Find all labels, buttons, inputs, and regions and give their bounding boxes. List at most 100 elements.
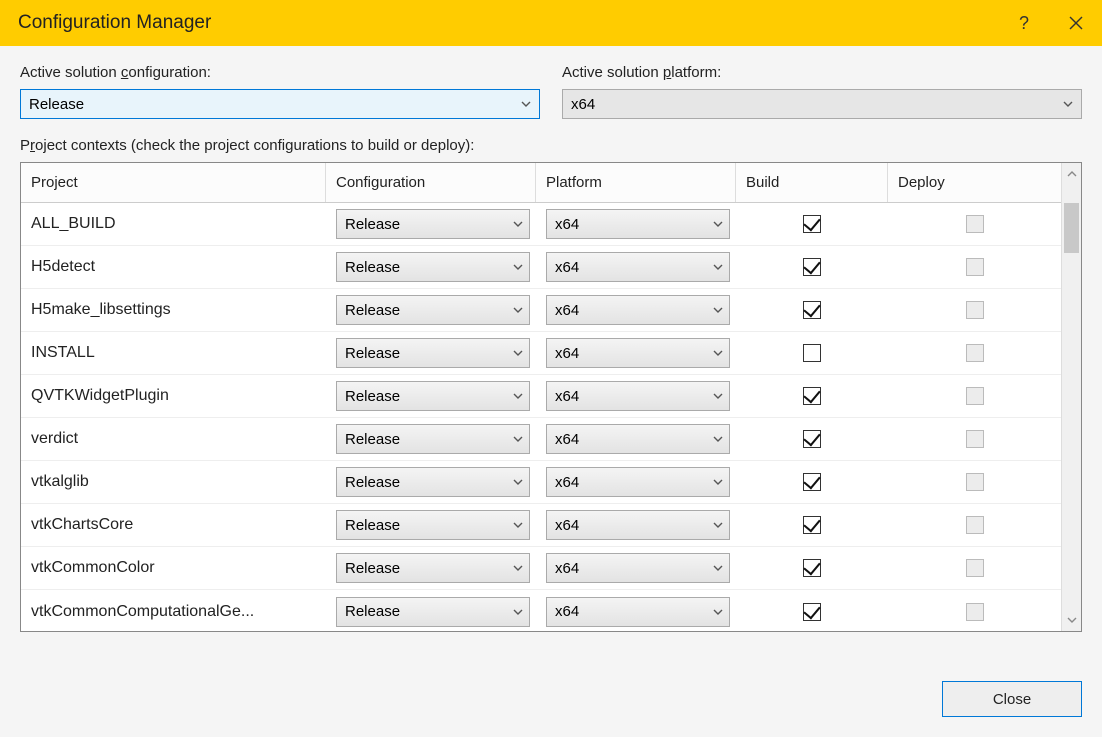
scroll-down-icon[interactable] [1062,609,1081,631]
header-deploy[interactable]: Deploy [888,163,1061,202]
close-button[interactable]: Close [942,681,1082,717]
row-platform-combo[interactable]: x64 [546,381,730,411]
build-checkbox[interactable] [803,387,821,405]
titlebar[interactable]: Configuration Manager ? [0,0,1102,46]
table-row: H5detectReleasex64 [21,246,1061,289]
row-config-combo[interactable]: Release [336,252,530,282]
chevron-down-icon [513,434,523,444]
scroll-up-icon[interactable] [1062,163,1081,185]
chevron-down-icon [513,477,523,487]
chevron-down-icon [713,520,723,530]
chevron-down-icon [513,262,523,272]
project-name: INSTALL [21,332,326,374]
deploy-checkbox [966,430,984,448]
row-config-combo[interactable]: Release [336,209,530,239]
row-platform-combo[interactable]: x64 [546,252,730,282]
deploy-checkbox [966,559,984,577]
close-icon[interactable] [1050,0,1102,46]
table-row: vtkCommonComputationalGe... Release x64 [21,590,1061,631]
active-solution-config-value: Release [29,96,84,113]
deploy-checkbox [966,603,984,621]
grid-body: Project Configuration Platform Build Dep… [21,163,1061,631]
build-checkbox[interactable] [803,301,821,319]
table-row: verdict Release x64 [21,418,1061,461]
solution-selectors: Active solution configuration: Release A… [20,64,1082,119]
row-platform-combo[interactable]: x64 [546,209,730,239]
active-solution-config-label: Active solution configuration: [20,64,540,81]
row-platform-combo[interactable]: x64 [546,424,730,454]
table-row: H5make_libsettingsReleasex64 [21,289,1061,332]
project-name: vtkalglib [21,461,326,503]
chevron-down-icon [513,348,523,358]
table-row: vtkalglib Release x64 [21,461,1061,504]
chevron-down-icon [1063,99,1073,109]
row-platform-combo[interactable]: x64 [546,467,730,497]
row-config-combo[interactable]: Release [336,510,530,540]
header-project[interactable]: Project [21,163,326,202]
row-config-combo[interactable]: Release [336,295,530,325]
deploy-checkbox [966,473,984,491]
build-checkbox[interactable] [803,559,821,577]
chevron-down-icon [713,348,723,358]
deploy-checkbox [966,258,984,276]
row-platform-combo[interactable]: x64 [546,295,730,325]
chevron-down-icon [513,391,523,401]
table-row: QVTKWidgetPluginReleasex64 [21,375,1061,418]
row-platform-combo[interactable]: x64 [546,553,730,583]
row-config-combo[interactable]: Release [336,424,530,454]
deploy-checkbox [966,387,984,405]
chevron-down-icon [513,219,523,229]
deploy-checkbox [966,215,984,233]
row-config-combo[interactable]: Release [336,381,530,411]
row-platform-combo[interactable]: x64 [546,338,730,368]
header-configuration[interactable]: Configuration [326,163,536,202]
project-contexts-label: Project contexts (check the project conf… [20,137,1082,154]
active-solution-platform-label: Active solution platform: [562,64,1082,81]
row-config-combo[interactable]: Release [336,467,530,497]
build-checkbox[interactable] [803,215,821,233]
chevron-down-icon [713,563,723,573]
active-solution-platform-combo[interactable]: x64 [562,89,1082,119]
row-config-combo[interactable]: Release [336,597,530,627]
active-solution-platform-value: x64 [571,96,595,113]
row-platform-combo[interactable]: x64 [546,597,730,627]
scroll-thumb[interactable] [1064,203,1079,253]
chevron-down-icon [713,391,723,401]
table-row: vtkChartsCore Release x64 [21,504,1061,547]
chevron-down-icon [713,477,723,487]
build-checkbox[interactable] [803,344,821,362]
project-name: ALL_BUILD [21,203,326,245]
chevron-down-icon [713,305,723,315]
chevron-down-icon [521,99,531,109]
project-name: vtkCommonComputationalGe... [21,590,326,631]
chevron-down-icon [513,607,523,617]
row-platform-combo[interactable]: x64 [546,510,730,540]
chevron-down-icon [513,305,523,315]
deploy-checkbox [966,516,984,534]
help-button[interactable]: ? [998,0,1050,46]
grid-header: Project Configuration Platform Build Dep… [21,163,1061,203]
row-config-combo[interactable]: Release [336,553,530,583]
chevron-down-icon [713,219,723,229]
build-checkbox[interactable] [803,603,821,621]
build-checkbox[interactable] [803,516,821,534]
title-controls: ? [998,0,1102,46]
window-title: Configuration Manager [18,12,211,34]
grid-rows: ALL_BUILDReleasex64H5detectReleasex64H5m… [21,203,1061,631]
project-grid: Project Configuration Platform Build Dep… [20,162,1082,632]
active-solution-config-combo[interactable]: Release [20,89,540,119]
chevron-down-icon [713,262,723,272]
header-platform[interactable]: Platform [536,163,736,202]
project-name: verdict [21,418,326,460]
build-checkbox[interactable] [803,430,821,448]
build-checkbox[interactable] [803,473,821,491]
vertical-scrollbar[interactable] [1061,163,1081,631]
chevron-down-icon [513,563,523,573]
row-config-combo[interactable]: Release [336,338,530,368]
build-checkbox[interactable] [803,258,821,276]
content-area: Active solution configuration: Release A… [0,46,1102,737]
project-name: vtkChartsCore [21,504,326,546]
deploy-checkbox [966,301,984,319]
table-row: ALL_BUILD Release x64 [21,203,1061,246]
header-build[interactable]: Build [736,163,888,202]
